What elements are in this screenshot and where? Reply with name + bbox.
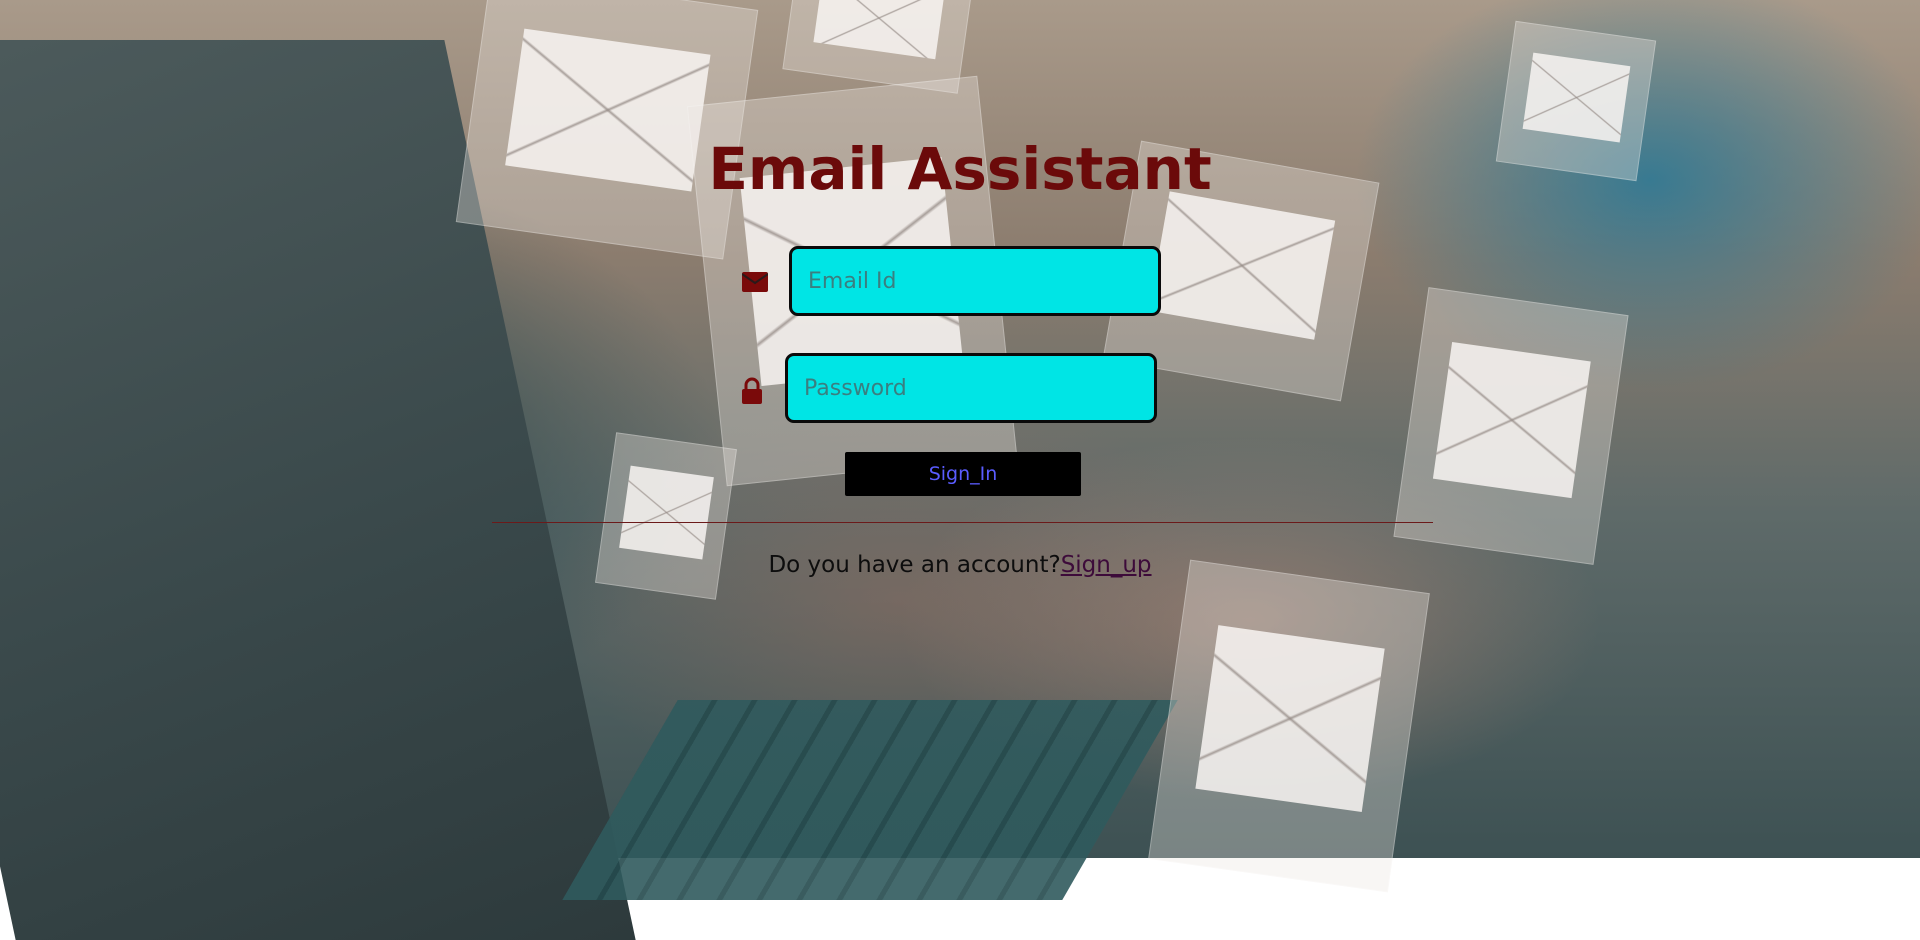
lock-icon: [741, 377, 763, 408]
envelope-icon: [741, 272, 769, 296]
email-input[interactable]: [789, 246, 1161, 316]
page-title: Email Assistant: [708, 135, 1212, 203]
signup-prompt: Do you have an account?Sign_up: [0, 552, 1920, 578]
sign-in-button[interactable]: Sign_In: [845, 452, 1081, 496]
sign-up-link[interactable]: Sign_up: [1061, 552, 1152, 578]
login-panel: Email Assistant Sign_In Do you have an a…: [0, 0, 1920, 858]
divider: [492, 522, 1433, 523]
password-input[interactable]: [785, 353, 1157, 423]
account-question: Do you have an account?: [768, 552, 1061, 578]
